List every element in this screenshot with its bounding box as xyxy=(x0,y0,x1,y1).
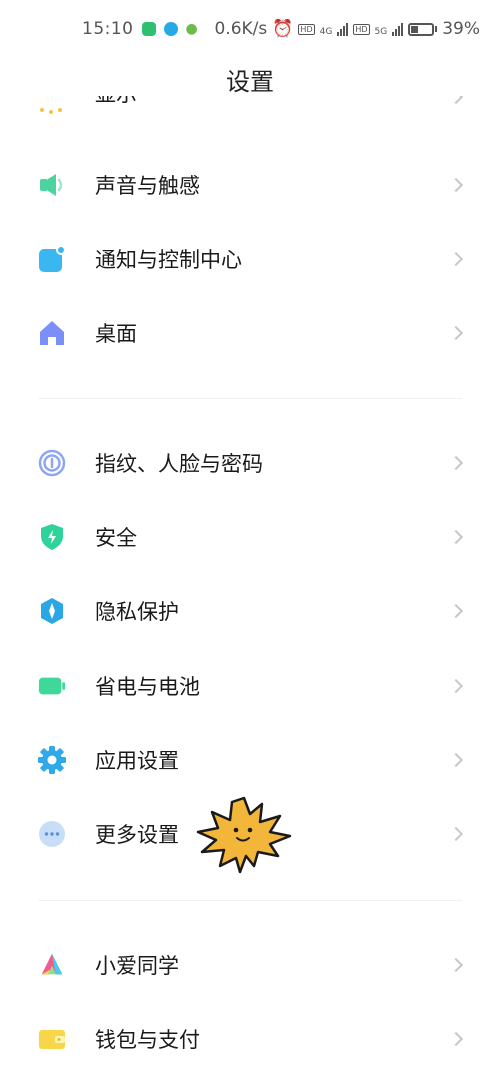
maple-leaf-sticker xyxy=(196,796,292,874)
wallet-icon xyxy=(38,1025,66,1053)
chevron-right-icon xyxy=(448,752,464,768)
notification-icon xyxy=(38,245,66,273)
alarm-icon: ⏰ xyxy=(272,19,294,39)
settings-item-label: 省电与电池 xyxy=(95,675,200,699)
signal-icon-2 xyxy=(392,22,404,36)
settings-item-label: 隐私保护 xyxy=(95,600,179,624)
settings-item-desktop[interactable]: 桌面 xyxy=(0,296,500,370)
settings-item-wallet[interactable]: 钱包与支付 xyxy=(0,1002,500,1076)
chevron-right-icon xyxy=(448,957,464,973)
hd-badge-2: HD xyxy=(353,23,370,35)
status-right: 0.6K/s ⏰ HD 4G HD 5G 39% xyxy=(214,19,480,39)
battery-icon xyxy=(38,672,66,700)
chevron-right-icon xyxy=(448,251,464,267)
chevron-right-icon xyxy=(448,1031,464,1047)
settings-item-privacy[interactable]: 隐私保护 xyxy=(0,574,500,648)
display-icon xyxy=(40,108,62,114)
settings-item-xiaoai[interactable]: 小爱同学 xyxy=(0,928,500,1002)
settings-item-sound[interactable]: 声音与触感 xyxy=(0,148,500,222)
settings-item-label: 更多设置 xyxy=(95,823,179,847)
chevron-right-icon xyxy=(448,529,464,545)
settings-item-label: 通知与控制中心 xyxy=(95,248,242,272)
chevron-right-icon xyxy=(448,826,464,842)
chevron-right-icon xyxy=(448,678,464,694)
page-title: 设置 xyxy=(226,68,274,96)
settings-item-label: 显示 xyxy=(95,96,137,108)
chevron-right-icon xyxy=(448,603,464,619)
battery-percent: 39% xyxy=(442,19,480,39)
battery-status-icon xyxy=(408,22,438,36)
xiaoai-icon xyxy=(38,951,66,979)
settings-item-fingerprint[interactable]: 指纹、人脸与密码 xyxy=(0,426,500,500)
chevron-right-icon xyxy=(448,325,464,341)
settings-item-security[interactable]: 安全 xyxy=(0,500,500,574)
status-bar: 15:10 ● 0.6K/s ⏰ HD 4G HD 5G 39% xyxy=(0,0,500,58)
settings-item-label: 指纹、人脸与密码 xyxy=(95,452,263,476)
chevron-right-icon xyxy=(448,455,464,471)
gear-icon xyxy=(38,746,66,774)
speaker-icon xyxy=(38,171,66,199)
shield-icon xyxy=(38,523,66,551)
home-icon xyxy=(38,319,66,347)
net-speed: 0.6K/s xyxy=(214,19,268,39)
fingerprint-icon xyxy=(38,449,66,477)
settings-item-notifications[interactable]: 通知与控制中心 xyxy=(0,222,500,296)
section-divider xyxy=(38,398,462,399)
signal-icon-1 xyxy=(337,22,349,36)
settings-item-label: 钱包与支付 xyxy=(95,1028,200,1052)
settings-item-label: 小爱同学 xyxy=(95,954,179,978)
privacy-icon xyxy=(38,597,66,625)
settings-item-label: 桌面 xyxy=(95,322,137,346)
settings-item-display-partial[interactable]: 显示 xyxy=(0,96,500,126)
more-icon xyxy=(38,820,66,848)
settings-item-app-settings[interactable]: 应用设置 xyxy=(0,723,500,797)
settings-item-label: 安全 xyxy=(95,526,137,550)
network-4g-label: 4G xyxy=(319,27,333,37)
section-divider xyxy=(38,900,462,901)
settings-item-label: 声音与触感 xyxy=(95,174,200,198)
phone-app-icon xyxy=(141,22,156,36)
settings-item-label: 应用设置 xyxy=(95,749,179,773)
network-5g-label: 5G xyxy=(374,27,388,37)
wechat-icon: ● xyxy=(185,21,198,37)
chevron-right-icon xyxy=(448,177,464,193)
settings-item-battery[interactable]: 省电与电池 xyxy=(0,649,500,723)
chevron-right-icon xyxy=(448,96,464,105)
status-time: 15:10 xyxy=(82,19,134,39)
hd-badge-1: HD xyxy=(298,23,315,35)
app-k-icon xyxy=(163,22,178,36)
